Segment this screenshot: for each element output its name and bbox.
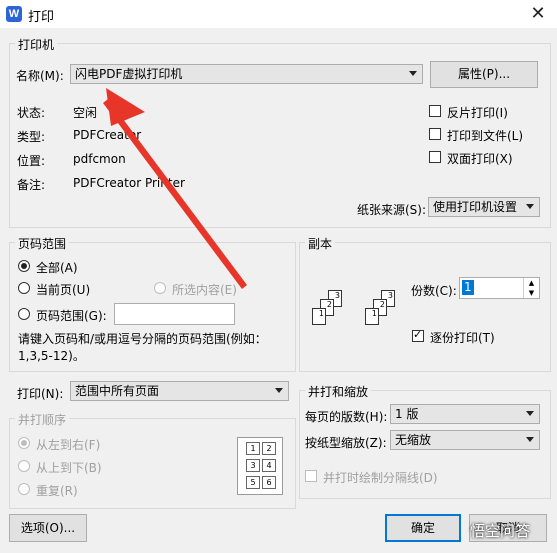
print-what-value: 范围中所有页面 <box>75 384 160 398</box>
close-icon[interactable]: ✕ <box>526 3 550 25</box>
chevron-down-icon <box>275 388 283 393</box>
grid-cell: 1 <box>246 442 260 455</box>
grid-cell: 5 <box>246 476 260 489</box>
radio-current-page[interactable] <box>18 282 30 294</box>
status-value: 空闲 <box>73 106 98 120</box>
collate-checkbox[interactable]: ✓ <box>412 328 424 342</box>
merge-order-preview-icon: 1 2 3 4 5 6 <box>237 437 283 495</box>
duplex-label: 双面打印(X) <box>447 152 513 166</box>
radio-left-to-right-label: 从左到右(F) <box>36 438 101 452</box>
radio-all-label: 全部(A) <box>36 261 78 275</box>
title-bar: W 打印 ✕ <box>0 0 557 28</box>
scale-value: 无缩放 <box>395 433 432 447</box>
watermark: 悟空问答 <box>470 522 531 540</box>
pages-per-sheet-select[interactable]: 1 版 <box>390 404 540 424</box>
options-button[interactable]: 选项(O)... <box>9 514 87 542</box>
chevron-down-icon <box>409 71 417 76</box>
duplex-checkbox[interactable] <box>429 151 441 163</box>
merge-order-legend: 并打顺序 <box>15 411 70 428</box>
printer-name-value: 闪电PDF虚拟打印机 <box>75 67 183 81</box>
ok-button[interactable]: 确定 <box>385 514 461 542</box>
copies-count-label: 份数(C): <box>411 284 457 298</box>
print-to-file-checkbox[interactable] <box>429 128 441 140</box>
page-range-legend: 页码范围 <box>15 235 70 252</box>
radio-selection[interactable] <box>154 282 166 294</box>
properties-button[interactable]: 属性(P)... <box>430 61 538 88</box>
grid-cell: 3 <box>246 459 260 472</box>
comment-label: 备注: <box>17 178 46 192</box>
pages-per-sheet-value: 1 版 <box>395 407 419 421</box>
paper-source-select[interactable]: 使用打印机设置 <box>428 197 540 217</box>
printer-name-select[interactable]: 闪电PDF虚拟打印机 <box>70 64 423 84</box>
chevron-down-icon <box>526 411 534 416</box>
wps-app-icon: W <box>6 6 22 22</box>
collated-pages-icon: 3 2 1 <box>359 286 409 336</box>
scale-select[interactable]: 无缩放 <box>390 430 540 450</box>
uncollated-pages-icon: 3 2 1 <box>306 286 356 336</box>
print-what-label: 打印(N): <box>17 387 64 401</box>
printer-group-legend: 打印机 <box>15 36 58 53</box>
radio-left-to-right[interactable] <box>18 437 30 449</box>
collate-label: 逐份打印(T) <box>430 331 495 345</box>
copies-count-value: 1 <box>462 280 474 295</box>
location-value: pdfcmon <box>73 152 126 166</box>
scale-label: 按纸型缩放(Z): <box>305 436 387 450</box>
radio-repeat-label: 重复(R) <box>36 484 78 498</box>
page-range-hint: 请键入页码和/或用逗号分隔的页码范围(例如：1,3,5-12)。 <box>18 332 267 363</box>
zoom-legend: 并打和缩放 <box>305 383 372 400</box>
radio-page-range[interactable] <box>18 308 30 320</box>
page-icon: 1 <box>312 308 326 325</box>
checkmark-icon: ✓ <box>413 328 423 341</box>
print-to-file-label: 打印到文件(L) <box>447 129 524 143</box>
grid-cell: 6 <box>262 476 276 489</box>
copies-legend: 副本 <box>305 235 336 252</box>
location-label: 位置: <box>17 154 46 168</box>
draw-separator-label: 并打时绘制分隔线(D) <box>323 471 438 485</box>
chevron-down-icon <box>526 204 534 209</box>
print-what-select[interactable]: 范围中所有页面 <box>70 381 289 401</box>
type-value: PDFCreator <box>73 128 142 142</box>
grid-cell: 4 <box>262 459 276 472</box>
paper-source-value: 使用打印机设置 <box>433 200 518 214</box>
grid-cell: 2 <box>262 442 276 455</box>
window-title: 打印 <box>28 10 55 25</box>
chevron-down-icon <box>526 437 534 442</box>
paper-source-label: 纸张来源(S): <box>357 203 427 217</box>
radio-page-range-label: 页码范围(G): <box>36 309 107 323</box>
spin-arrows-icon[interactable]: ▲ ▼ <box>523 278 539 298</box>
radio-all[interactable] <box>18 260 30 272</box>
type-label: 类型: <box>17 130 46 144</box>
copies-count-stepper[interactable]: 1 ▲ ▼ <box>459 277 540 299</box>
radio-repeat[interactable] <box>18 483 30 495</box>
page-range-input[interactable] <box>114 303 235 325</box>
pages-per-sheet-label: 每页的版数(H): <box>305 410 388 424</box>
radio-top-to-bottom[interactable] <box>18 460 30 472</box>
page-icon: 1 <box>365 308 379 325</box>
reverse-print-label: 反片打印(I) <box>447 106 508 120</box>
printer-name-label: 名称(M): <box>16 69 64 83</box>
comment-value: PDFCreator Printer <box>73 176 185 190</box>
draw-separator-checkbox[interactable] <box>305 470 317 482</box>
status-label: 状态: <box>17 106 46 120</box>
radio-top-to-bottom-label: 从上到下(B) <box>36 461 102 475</box>
radio-current-page-label: 当前页(U) <box>36 283 91 297</box>
reverse-print-checkbox[interactable] <box>429 105 441 117</box>
radio-selection-label: 所选内容(E) <box>172 283 237 297</box>
